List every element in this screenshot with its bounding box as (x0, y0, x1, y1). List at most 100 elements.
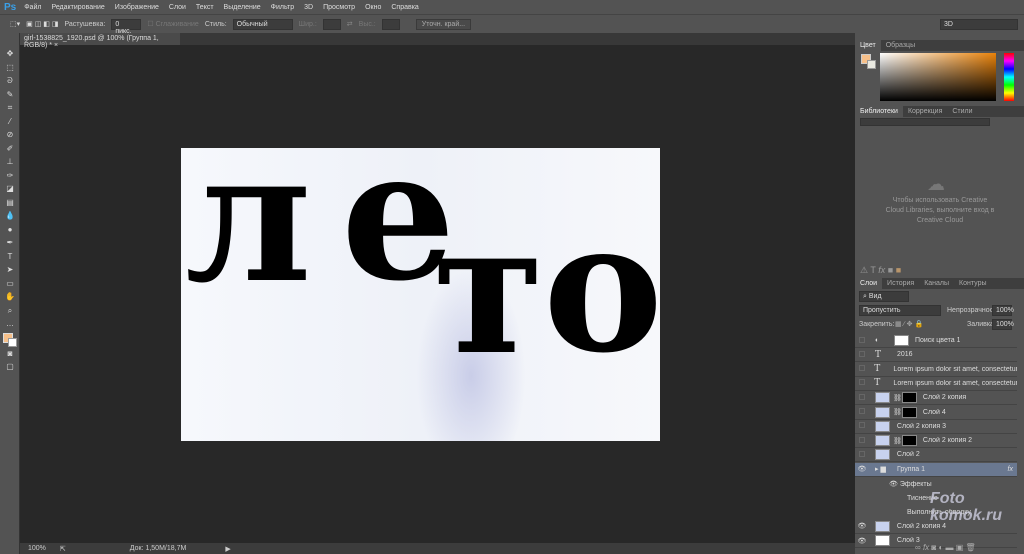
layer-row[interactable]: Слой 2 копия 3 (855, 420, 1017, 434)
history-brush-icon[interactable]: ✑ (0, 169, 20, 183)
move-tool-icon[interactable]: ✥ (0, 47, 20, 61)
layer-row[interactable]: T 2016 (855, 348, 1017, 363)
layer-thumb (875, 392, 890, 404)
tab-channels[interactable]: Каналы (919, 278, 954, 289)
brush-tool-icon[interactable]: ✐ (0, 142, 20, 156)
menu-item[interactable]: Изображение (115, 4, 159, 11)
color-field[interactable] (880, 53, 996, 101)
workspace-select[interactable]: 3D (940, 18, 1018, 30)
fx-icon[interactable]: fx (1008, 466, 1013, 473)
layer-name: Lorem ipsum dolor sit amet, consectetur … (893, 365, 1017, 373)
visibility-box[interactable] (855, 336, 869, 345)
pen-tool-icon[interactable]: ✒ (0, 236, 20, 250)
layer-row[interactable]: T Lorem ipsum dolor sit amet, consectetur… (855, 363, 1017, 377)
style-select[interactable]: Обычный (232, 18, 293, 30)
tab-layers[interactable]: Слои (855, 278, 883, 289)
fill-input[interactable]: 100% (992, 319, 1014, 330)
visibility-box[interactable] (855, 393, 869, 402)
menu-item[interactable]: Справка (391, 4, 418, 11)
feather-input[interactable]: 0 пикс. (111, 18, 142, 35)
blur-tool-icon[interactable]: 💧 (0, 209, 20, 223)
layer-filter-select[interactable]: ⌕ Вид (859, 291, 909, 302)
eye-icon[interactable]: 👁 (855, 522, 869, 530)
width-input[interactable] (322, 18, 341, 30)
hand-tool-icon[interactable]: ✋ (0, 290, 20, 304)
export-icon[interactable]: ⇱ (60, 545, 66, 553)
layer-row[interactable]: 👁 Эффекты (855, 477, 1017, 491)
visibility-box[interactable] (855, 350, 869, 359)
visibility-box[interactable] (855, 422, 869, 430)
menu-item[interactable]: 3D (304, 4, 313, 11)
eyedropper-tool-icon[interactable]: ⁄ (0, 115, 20, 129)
status-menu-arrow[interactable]: ▶ (225, 545, 230, 553)
layer-row[interactable]: T Lorem ipsum dolor sit amet, consectetur… (855, 377, 1017, 391)
layer-row[interactable]: ⛓ Слой 4 (855, 406, 1017, 420)
eraser-tool-icon[interactable]: ◪ (0, 182, 20, 196)
crop-tool-icon[interactable]: ⌗ (0, 101, 20, 115)
antialias-checkbox[interactable]: ☐ Сглаживание (147, 20, 198, 28)
more-tools-icon[interactable]: … (0, 317, 20, 331)
type-tool-icon[interactable]: T (0, 250, 20, 264)
menu-item[interactable]: Слои (169, 4, 186, 11)
menu-item[interactable]: Редактирование (51, 4, 104, 11)
document-tab[interactable]: girl-1538825_1920.psd @ 100% (Группа 1, … (20, 33, 180, 49)
bg-swatch[interactable] (867, 60, 876, 69)
layer-row[interactable]: 👁 ▸ ▆ Группа 1 fx (855, 462, 1017, 477)
zoom-level[interactable]: 100% (28, 545, 46, 552)
swap-icon[interactable]: ⇄ (347, 20, 353, 28)
tab-adjustments[interactable]: Коррекция (903, 106, 947, 117)
tab-swatches[interactable]: Образцы (881, 40, 920, 51)
layers-footer-icons[interactable]: ∞ fx ◙ ◐ ▬ ▣ 🗑 (915, 543, 976, 552)
menu-item[interactable]: Выделение (224, 4, 261, 11)
lock-icons[interactable]: ▦ ∕ ✥ 🔒 (895, 320, 923, 328)
opacity-input[interactable]: 100% (992, 305, 1014, 316)
marquee-tool-icon[interactable]: ⬚ (0, 61, 20, 75)
menu-item[interactable]: Файл (24, 4, 41, 11)
adjustment-icon: ◐ (875, 337, 880, 344)
layer-row[interactable]: ⛓ Слой 2 копия 2 (855, 434, 1017, 449)
layer-row[interactable]: Слой 2 (855, 448, 1017, 463)
library-select[interactable] (860, 118, 990, 126)
healing-tool-icon[interactable]: ⊘ (0, 128, 20, 142)
stamp-tool-icon[interactable]: ⊥ (0, 155, 20, 169)
selection-mode-icons[interactable]: ▣ ◫ ◧ ◨ (26, 20, 58, 28)
visibility-box[interactable] (855, 436, 869, 445)
dodge-tool-icon[interactable]: ● (0, 223, 20, 237)
path-select-tool-icon[interactable]: ➤ (0, 263, 20, 277)
menu-item[interactable]: Фильтр (271, 4, 295, 11)
close-tab-icon[interactable]: × (54, 42, 58, 49)
quick-select-tool-icon[interactable]: ✎ (0, 88, 20, 102)
libraries-footer-icons[interactable]: ⚠ T fx ■ ■ (860, 265, 901, 276)
hue-slider[interactable] (1004, 53, 1014, 101)
tab-history[interactable]: История (882, 278, 919, 289)
menu-item[interactable]: Текст (196, 4, 214, 11)
visibility-box[interactable] (855, 365, 869, 373)
refine-edge-button[interactable]: Уточн. край... (415, 18, 472, 30)
marquee-tool-icon[interactable]: ⬚▾ (10, 20, 20, 28)
tab-libraries[interactable]: Библиотеки (855, 106, 903, 117)
lock-label: Закрепить: (859, 321, 895, 328)
lasso-tool-icon[interactable]: ᘐ (0, 74, 20, 88)
eye-icon[interactable]: 👁 (855, 465, 869, 473)
height-input[interactable] (381, 18, 400, 30)
zoom-tool-icon[interactable]: ⌕ (0, 304, 20, 318)
visibility-box[interactable] (855, 408, 869, 416)
shape-tool-icon[interactable]: ▭ (0, 277, 20, 291)
tab-styles[interactable]: Стили (947, 106, 977, 117)
eye-icon[interactable]: 👁 (855, 537, 869, 545)
gradient-tool-icon[interactable]: ▤ (0, 196, 20, 210)
eye-icon[interactable]: 👁 (889, 480, 900, 488)
layer-row[interactable]: ⛓ Слой 2 копия (855, 391, 1017, 406)
document-canvas[interactable]: л е т о (181, 148, 660, 441)
menu-item[interactable]: Окно (365, 4, 381, 11)
menu-item[interactable]: Просмотр (323, 4, 355, 11)
tab-paths[interactable]: Контуры (954, 278, 991, 289)
visibility-box[interactable] (855, 379, 869, 387)
layer-row[interactable]: ◐ Поиск цвета 1 (855, 334, 1017, 348)
blend-mode-select[interactable]: Пропустить (859, 305, 941, 316)
tab-color[interactable]: Цвет (855, 40, 881, 51)
background-color-swatch[interactable] (8, 337, 17, 347)
visibility-box[interactable] (855, 450, 869, 459)
quick-mask-icon[interactable]: ◙ (0, 347, 20, 361)
screen-mode-icon[interactable]: ▢ (0, 360, 20, 374)
